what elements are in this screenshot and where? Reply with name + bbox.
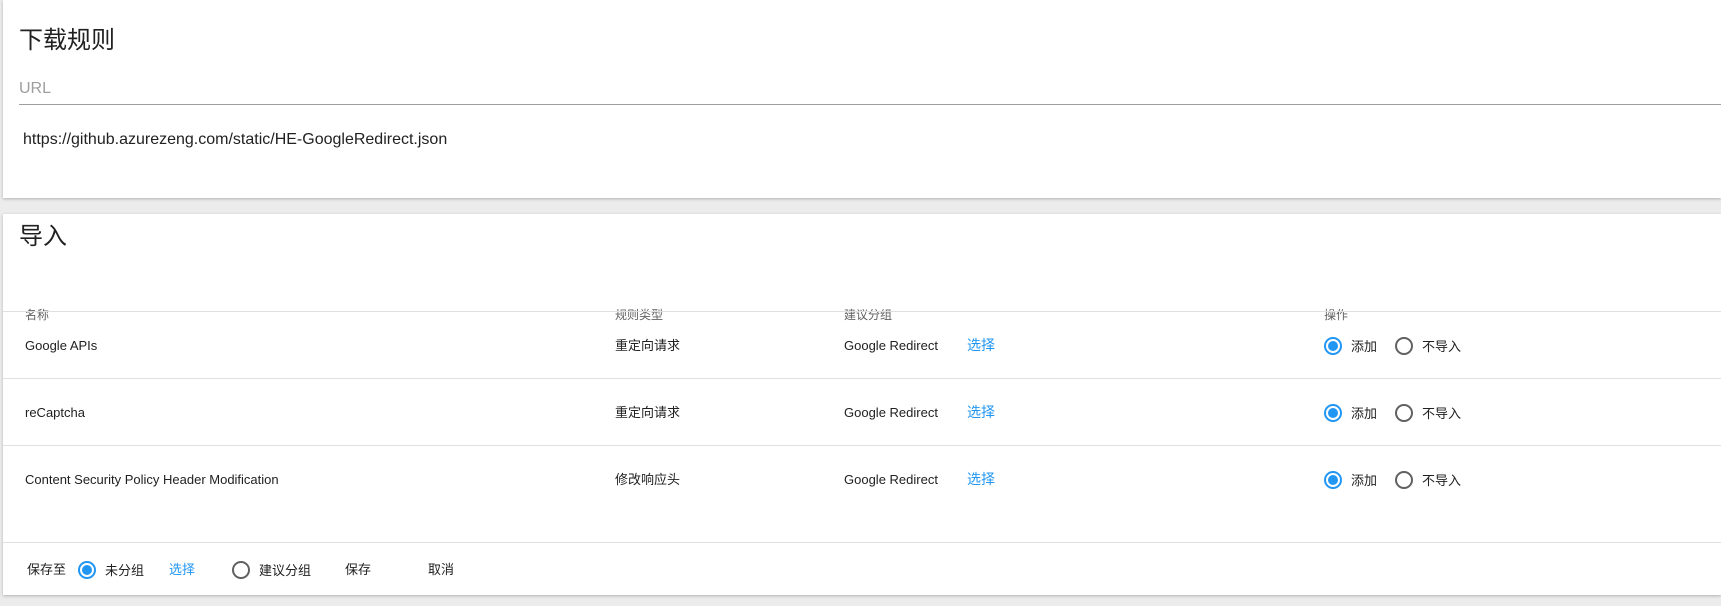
table-row: Google APIs 重定向请求 Google Redirect 选择 添加 … — [3, 311, 1721, 379]
skip-import-radio[interactable] — [1395, 403, 1414, 422]
select-group-link[interactable]: 选择 — [169, 543, 195, 596]
ungrouped-option: 未分组 — [78, 543, 144, 596]
suggested-group: Google Redirect — [844, 405, 938, 420]
rule-type: 重定向请求 — [615, 405, 681, 420]
skip-import-radio-label: 不导入 — [1422, 473, 1462, 488]
download-rules-card: 下载规则 URL https://github.azurezeng.com/st… — [3, 0, 1721, 198]
import-title: 导入 — [19, 223, 67, 250]
rule-name: reCaptcha — [25, 405, 85, 420]
skip-import-radio[interactable] — [1395, 336, 1414, 355]
cancel-button[interactable]: 取消 — [428, 543, 454, 596]
import-footer: 保存至 未分组 选择 建议分组 保存 取消 — [3, 542, 1721, 596]
action-radio-group: 添加 不导入 — [1324, 312, 1461, 379]
rule-name: Google APIs — [25, 338, 98, 353]
skip-import-radio-label: 不导入 — [1422, 406, 1462, 421]
download-rules-title: 下载规则 — [19, 27, 115, 54]
save-to-label: 保存至 — [27, 562, 67, 577]
add-radio-label: 添加 — [1351, 473, 1378, 488]
import-card: 导入 名称 规则类型 建议分组 操作 Google APIs 重定向请求 Goo… — [3, 214, 1721, 595]
action-radio-group: 添加 不导入 — [1324, 379, 1461, 446]
table-row: Content Security Policy Header Modificat… — [3, 445, 1721, 513]
skip-import-radio-label: 不导入 — [1422, 339, 1462, 354]
ungrouped-radio-label: 未分组 — [105, 563, 145, 578]
select-group-link[interactable]: 选择 — [967, 446, 995, 513]
add-radio[interactable] — [1324, 403, 1342, 422]
save-button[interactable]: 保存 — [345, 543, 371, 596]
suggested-group: Google Redirect — [844, 472, 938, 487]
rule-type: 重定向请求 — [615, 338, 681, 353]
table-row: reCaptcha 重定向请求 Google Redirect 选择 添加 不导… — [3, 378, 1721, 446]
url-field[interactable] — [19, 104, 1721, 105]
add-radio-label: 添加 — [1351, 339, 1378, 354]
ungrouped-radio[interactable] — [78, 560, 96, 579]
add-radio-label: 添加 — [1351, 406, 1378, 421]
suggested-group-option: 建议分组 — [232, 543, 311, 596]
suggested-group: Google Redirect — [844, 338, 938, 353]
suggested-group-radio[interactable] — [232, 560, 250, 579]
action-radio-group: 添加 不导入 — [1324, 446, 1461, 513]
rule-name: Content Security Policy Header Modificat… — [25, 472, 279, 487]
suggested-group-radio-label: 建议分组 — [259, 563, 312, 578]
add-radio[interactable] — [1324, 336, 1342, 355]
url-field-label: URL — [19, 80, 52, 97]
rule-type: 修改响应头 — [615, 472, 681, 487]
url-value-text: https://github.azurezeng.com/static/HE-G… — [23, 131, 448, 148]
skip-import-radio[interactable] — [1395, 470, 1414, 489]
add-radio[interactable] — [1324, 470, 1342, 489]
select-group-link[interactable]: 选择 — [967, 312, 995, 379]
select-group-link[interactable]: 选择 — [967, 379, 995, 446]
